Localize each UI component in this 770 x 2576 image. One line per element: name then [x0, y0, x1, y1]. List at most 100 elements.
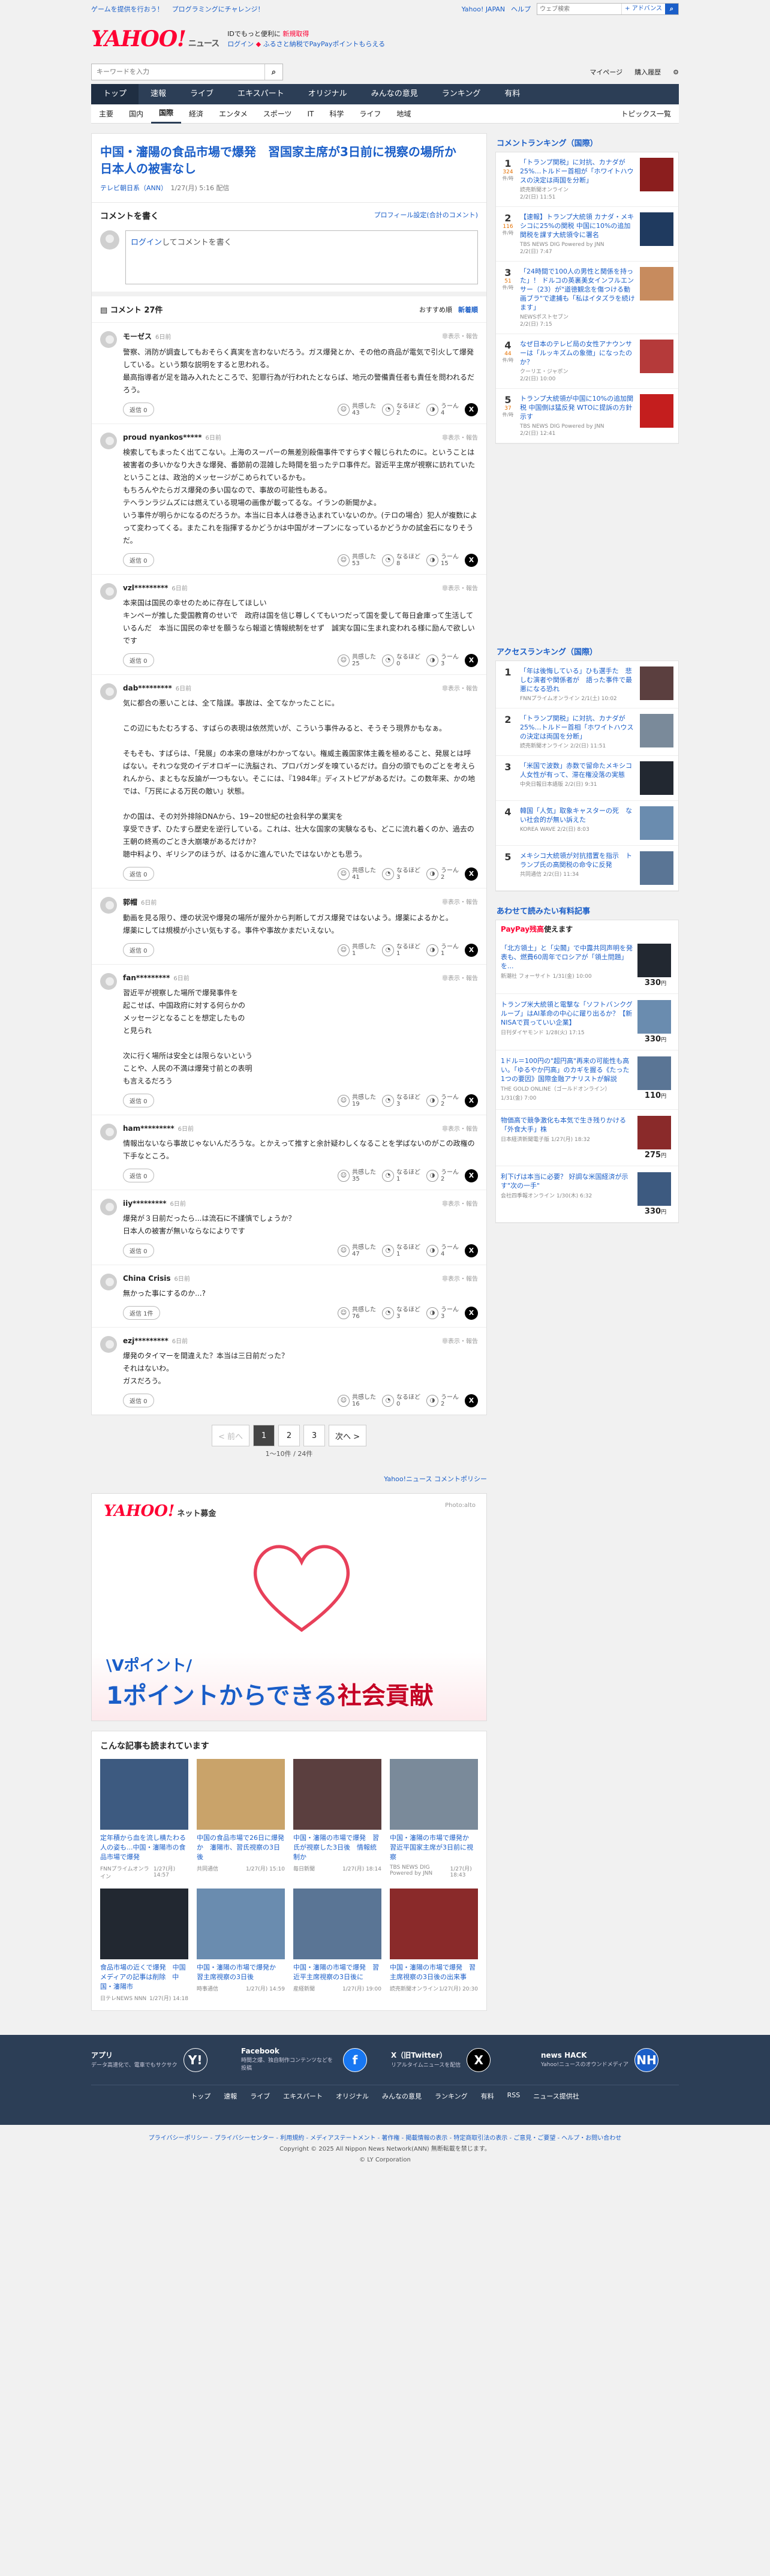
category-tab[interactable]: 国内 [121, 105, 151, 123]
search-icon[interactable]: ⌕ [665, 4, 678, 14]
reply-button[interactable]: 返信 0 [123, 553, 154, 567]
sort-newest[interactable]: 新着順 [458, 305, 478, 314]
ranking-item[interactable]: 3 51 件/時 「24時間で100人の男性と関係を持った」！ ドルコの英裏美女インフ… [496, 262, 678, 334]
nav-item[interactable]: オリジナル [296, 84, 359, 104]
footer-nav-link[interactable]: オリジナル [336, 2091, 369, 2101]
report-link[interactable]: 非表示・報告 [442, 331, 478, 341]
footer-app[interactable]: Facebook 時間之爆、独自制作コンテンツなどを投稿 f [241, 2047, 367, 2073]
reaction-hmm-button[interactable]: ◑ うーん 4 [426, 403, 459, 416]
footer-nav-link[interactable]: ライブ [250, 2091, 270, 2101]
category-tab[interactable]: 地域 [389, 105, 419, 123]
reaction-hmm-button[interactable]: ◑ うーん 3 [426, 654, 459, 667]
donation-banner[interactable]: YAHOO! ネット募金 Photo:alto \Vポイント/ 1ポイントからでき… [91, 1493, 487, 1721]
ranking-item[interactable]: 4 韓国「人気」取象キャスターの死 ない社会的が無い訴えた KOREA WAVE 2… [496, 801, 678, 846]
reaction-think-button[interactable]: ◔ なるほど 3 [382, 1307, 420, 1320]
footer-nav-link[interactable]: 速報 [224, 2091, 237, 2101]
ranking-title[interactable]: 「年は後悔している」ひも選手た 悲しむ演者や関係者が 語った事件で最悪になる恐れ [520, 667, 632, 693]
ranking-title[interactable]: 「トランプ関税」に対抗、カナダが25%…トルドー首相「ホワイトハウスの決定は両国… [520, 714, 633, 740]
report-link[interactable]: 非表示・報告 [442, 973, 478, 982]
login-link[interactable]: ログイン [227, 40, 254, 48]
comment-author[interactable]: iiy********* 6日前 [123, 1199, 186, 1208]
paid-article-title[interactable]: 1ドル＝100円の"超円高"再来の可能性も高い。「ゆるやか円高」のカギを握る《た… [501, 1057, 630, 1083]
footer-app[interactable]: アプリ データ高速化で、電車でもサクサク Y! [91, 2047, 217, 2073]
reaction-think-button[interactable]: ◔ なるほど 2 [382, 403, 420, 416]
paid-article-item[interactable]: 「北方領土」と「尖閣」で中露共同声明を発表も、燃費60周年でロシアが「領土問題」… [496, 938, 678, 994]
furusato-link[interactable]: ふるさと納税でPayPayポイントもらえる [263, 40, 385, 48]
promo-link-game[interactable]: ゲームを提供を行おう！ [91, 4, 164, 14]
footer-app[interactable]: X（旧Twitter） リアルタイムニュースを配信 X [391, 2047, 517, 2073]
ranking-title[interactable]: 「24時間で100人の男性と関係を持った」！ ドルコの英裏美女インフルエンサー（… [520, 268, 635, 311]
related-article-card[interactable]: 中国・瀋陽の市場で爆発か 習近平国家主席が3日前に視察 TBS NEWS DIG … [390, 1759, 478, 1880]
author-name[interactable]: China Crisis [123, 1274, 171, 1283]
comment-policy-link[interactable]: Yahoo!ニュース コメントポリシー [91, 1468, 487, 1490]
next-page-button[interactable]: 次へ > [329, 1425, 367, 1446]
footer-nav-link[interactable]: ランキング [435, 2091, 468, 2101]
share-x-icon[interactable]: X [465, 653, 478, 667]
share-x-icon[interactable]: X [465, 867, 478, 881]
reaction-agree-button[interactable]: ☺ 共感した 25 [338, 654, 376, 667]
profile-settings-link[interactable]: プロフィール設定(合計のコメント) [374, 210, 478, 222]
ranking-item[interactable]: 2 116 件/時 【速報】トランプ大統領 カナダ・メキシコに25%の関税 中国に10… [496, 207, 678, 262]
footer-nav-link[interactable]: みんなの意見 [382, 2091, 422, 2101]
footer-nav-link[interactable]: ニュース提供社 [533, 2091, 579, 2101]
author-name[interactable]: fan********* [123, 974, 170, 982]
author-name[interactable]: proud nyankos***** [123, 433, 202, 442]
reaction-think-button[interactable]: ◔ なるほど 1 [382, 944, 420, 957]
topics-list-link[interactable]: トピックス一覧 [613, 105, 679, 123]
comment-author[interactable]: vzl********* 6日前 [123, 583, 188, 592]
ranking-title[interactable]: 韓国「人気」取象キャスターの死 ない社会的が無い訴えた [520, 807, 632, 824]
reaction-think-button[interactable]: ◔ なるほど 1 [382, 1244, 420, 1257]
ranking-title[interactable]: メキシコ大統領が対抗措置を指示 トランプ氏の高関税の命令に反発 [520, 852, 632, 869]
signup-link[interactable]: 新規取得 [282, 30, 309, 38]
paid-article-item[interactable]: 物価高で競争激化も本気で生き残りかける「外食大手」株 日本経済新聞電子版 1/27… [496, 1110, 678, 1166]
ranking-item[interactable]: 3 「米国で波数」赤数で留命たメキシコ人女性が有って、滞在権没落の実態 中央日報日本… [496, 756, 678, 801]
related-article-title[interactable]: 食品市場の近くで爆発 中国メディアの記事は削除 中国・瀋陽市 [100, 1963, 188, 1992]
category-tab[interactable]: ライフ [351, 105, 389, 123]
category-tab[interactable]: IT [299, 105, 321, 123]
comment-author[interactable]: fan********* 6日前 [123, 973, 190, 982]
yahoo-news-logo[interactable]: YAHOO! ニュース [91, 26, 219, 52]
report-link[interactable]: 非表示・報告 [442, 1336, 478, 1345]
comment-author[interactable]: モーゼス 6日前 [123, 331, 171, 341]
ranking-item[interactable]: 4 44 件/時 なぜ日本のテレビ局の女性アナウンサーは「ルッキズムの象徴」になったの… [496, 334, 678, 389]
nav-item[interactable]: 有料 [492, 84, 532, 104]
paid-article-title[interactable]: トランプ米大統領と電撃な「ソフトバンクグループ」はAI革命の中心に躍り出るか？【… [501, 1001, 633, 1026]
author-name[interactable]: ezj********* [123, 1337, 169, 1345]
comment-author[interactable]: ham********* 6日前 [123, 1124, 194, 1133]
category-tab[interactable]: 主要 [91, 105, 121, 123]
share-x-icon[interactable]: X [465, 943, 478, 957]
footer-nav-link[interactable]: 有料 [481, 2091, 494, 2101]
mypage-link[interactable]: マイページ [589, 67, 622, 77]
author-name[interactable]: iiy********* [123, 1199, 167, 1208]
page-1-button[interactable]: 1 [253, 1425, 275, 1446]
help-link[interactable]: ヘルプ [511, 4, 531, 14]
comment-author[interactable]: ezj********* 6日前 [123, 1336, 188, 1345]
related-article-title[interactable]: 中国の食品市場で26日に爆発か 瀋陽市、習氏視察の3日後 [197, 1833, 285, 1862]
reply-button[interactable]: 返信 0 [123, 943, 154, 957]
comment-author[interactable]: China Crisis 6日前 [123, 1274, 190, 1283]
reaction-agree-button[interactable]: ☺ 共感した 76 [338, 1307, 376, 1320]
reply-button[interactable]: 返信 0 [123, 1394, 154, 1407]
category-tab[interactable]: 国際 [151, 104, 182, 124]
comment-input[interactable]: ログインしてコメントを書く [125, 230, 478, 284]
related-article-card[interactable]: 中国の食品市場で26日に爆発か 瀋陽市、習氏視察の3日後 共同通信 1/27(月) … [197, 1759, 285, 1880]
author-name[interactable]: vzl********* [123, 584, 168, 592]
related-article-title[interactable]: 中国・瀋陽の市場で爆発か 習主席視察の3日後 [197, 1963, 285, 1982]
page-3-button[interactable]: 3 [303, 1425, 325, 1446]
reaction-agree-button[interactable]: ☺ 共感した 1 [338, 944, 376, 957]
reply-button[interactable]: 返信 0 [123, 1169, 154, 1182]
related-article-card[interactable]: 食品市場の近くで爆発 中国メディアの記事は削除 中国・瀋陽市 日テレNEWS NN… [100, 1889, 188, 2002]
report-link[interactable]: 非表示・報告 [442, 1274, 478, 1283]
paid-article-title[interactable]: 「北方領土」と「尖閣」で中露共同声明を発表も、燃費60周年でロシアが「領土問題」… [501, 944, 633, 970]
nav-item[interactable]: 速報 [139, 84, 178, 104]
reaction-agree-button[interactable]: ☺ 共感した 19 [338, 1094, 376, 1107]
paid-article-item[interactable]: 1ドル＝100円の"超円高"再来の可能性も高い。「ゆるやか円高」のカギを握る《た… [496, 1050, 678, 1110]
author-name[interactable]: モーゼス [123, 332, 152, 341]
related-article-title[interactable]: 中国・瀋陽の市場で爆発 習主席視察の3日後の出来事 [390, 1963, 478, 1982]
related-article-card[interactable]: 中国・瀋陽の市場で爆発 習氏が視察した3日後 情報統制か 毎日新聞 1/27(月) … [293, 1759, 381, 1880]
related-article-title[interactable]: 中国・瀋陽の市場で爆発 習氏が視察した3日後 情報統制か [293, 1833, 381, 1862]
reaction-think-button[interactable]: ◔ なるほど 0 [382, 654, 420, 667]
related-article-card[interactable]: 定年積から血を流し横たわる人の姿も...中国・瀋陽市の食品市場で爆発 FNNプライ… [100, 1759, 188, 1880]
legal-links[interactable]: プライバシーポリシー - プライバシーセンター - 利用規約 - メディアステー… [0, 2133, 770, 2144]
reply-button[interactable]: 返信 0 [123, 403, 154, 416]
